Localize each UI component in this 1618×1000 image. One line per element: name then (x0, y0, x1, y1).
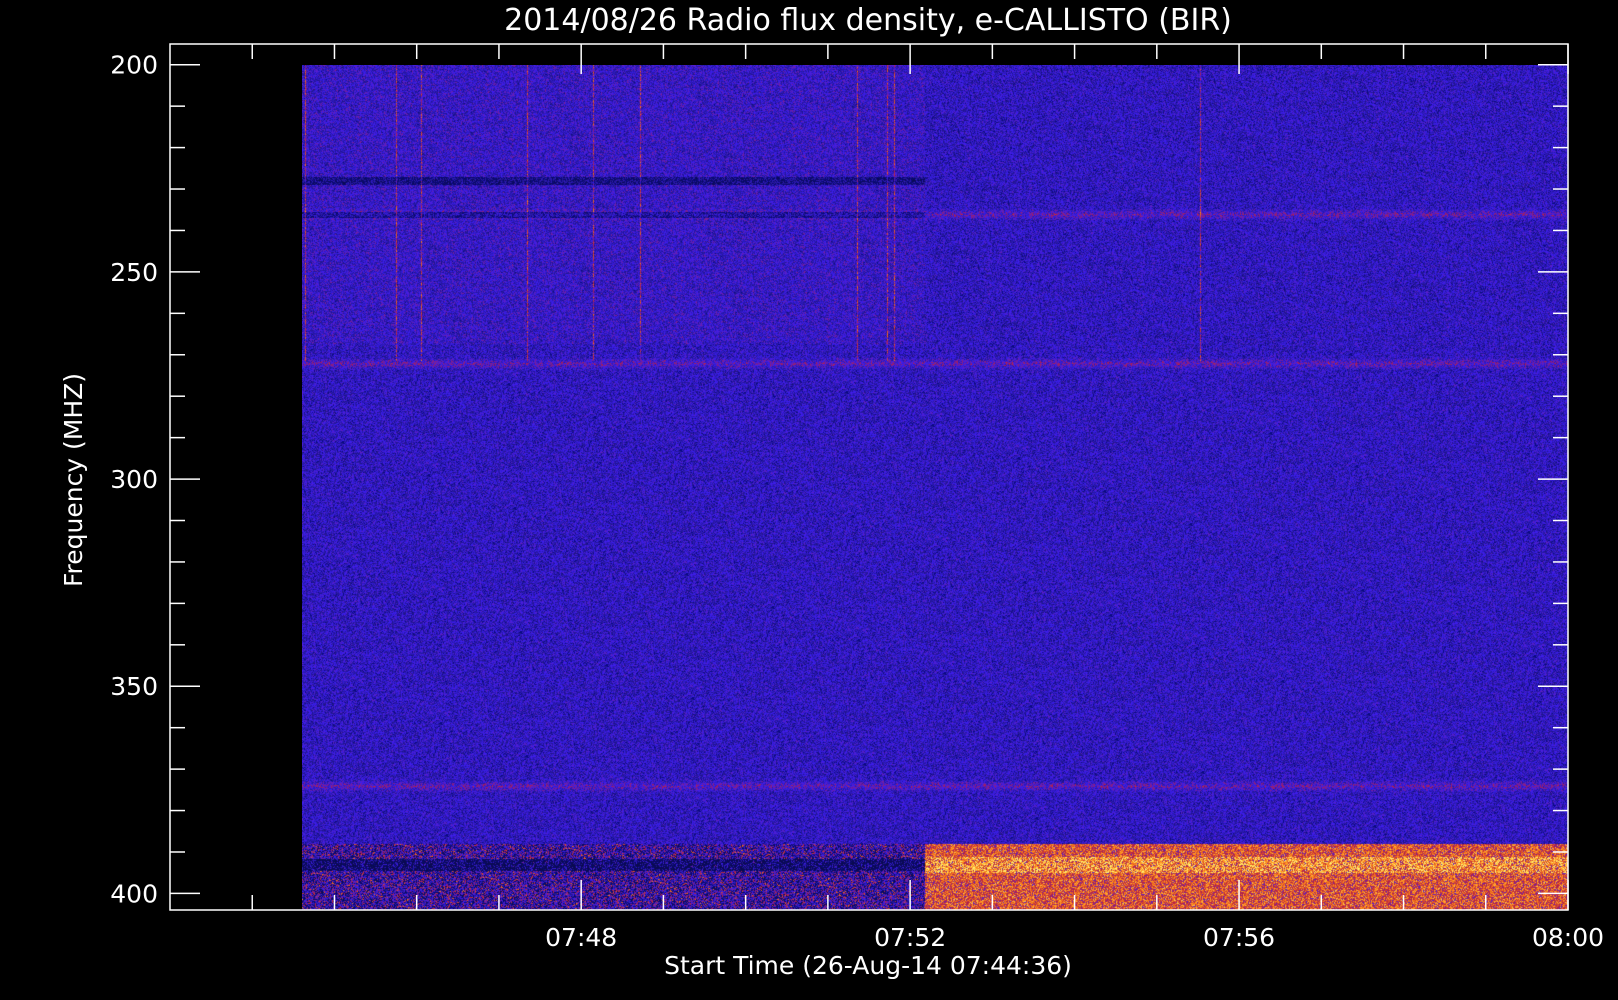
spectrogram-chart: 2014/08/26 Radio flux density, e-CALLIST… (0, 0, 1618, 1000)
x-tick-label: 07:56 (1203, 923, 1275, 952)
x-tick-label: 07:52 (874, 923, 946, 952)
y-tick-label: 350 (110, 672, 158, 701)
spectrogram-heatmap (301, 64, 1568, 910)
x-tick-label: 07:48 (545, 923, 617, 952)
y-tick-label: 400 (110, 879, 158, 908)
y-axis-label: Frequency (MHZ) (59, 373, 88, 587)
y-tick-label: 200 (110, 51, 158, 80)
heatmap-canvas-wrapper (301, 64, 1568, 910)
x-tick-label: 08:00 (1532, 923, 1604, 952)
y-tick-label: 250 (110, 258, 158, 287)
y-tick-label: 300 (110, 465, 158, 494)
x-axis-label: Start Time (26-Aug-14 07:44:36) (664, 951, 1072, 980)
chart-title: 2014/08/26 Radio flux density, e-CALLIST… (504, 3, 1232, 38)
heatmap-canvas (301, 64, 1568, 910)
